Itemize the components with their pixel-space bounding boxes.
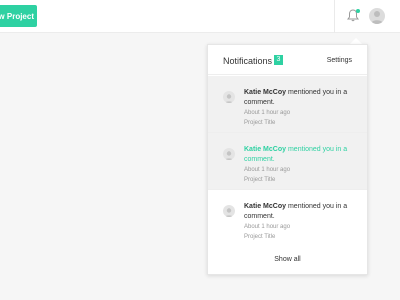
user-avatar-icon [223, 205, 235, 217]
notifications-settings-button[interactable]: Settings [327, 57, 352, 64]
user-avatar-icon [223, 91, 235, 103]
notification-project: Project Title [244, 234, 276, 240]
new-project-button[interactable]: New Project [0, 5, 37, 27]
notifications-title: Notifications [223, 56, 273, 66]
notification-project: Project Title [244, 120, 276, 126]
notification-message: Katie McCoy mentioned you in a comment. [244, 89, 348, 106]
notifications-count-badge: 3 [274, 55, 283, 65]
user-avatar-icon [223, 148, 235, 160]
notification-message: Katie McCoy mentioned you in a comment. [244, 146, 348, 163]
notification-time: About 1 hour ago [244, 167, 291, 173]
notifications-dropdown: Notifications 3 Settings Katie McCoy men… [207, 44, 368, 275]
topbar-divider [334, 0, 335, 33]
top-bar: New Project [0, 0, 400, 33]
notification-item[interactable]: Katie McCoy mentioned you in a comment. … [208, 133, 367, 190]
notifications-header: Notifications 3 Settings [208, 45, 367, 75]
notification-time: About 1 hour ago [244, 110, 291, 116]
notification-dot [356, 9, 360, 13]
notification-item[interactable]: Katie McCoy mentioned you in a comment. … [208, 76, 367, 133]
show-all-button[interactable]: Show all [208, 244, 367, 274]
notification-item[interactable]: Katie McCoy mentioned you in a comment. … [208, 190, 367, 247]
notification-time: About 1 hour ago [244, 224, 291, 230]
notification-message: Katie McCoy mentioned you in a comment. [244, 203, 348, 220]
user-avatar-icon[interactable] [369, 8, 385, 24]
notification-project: Project Title [244, 177, 276, 183]
